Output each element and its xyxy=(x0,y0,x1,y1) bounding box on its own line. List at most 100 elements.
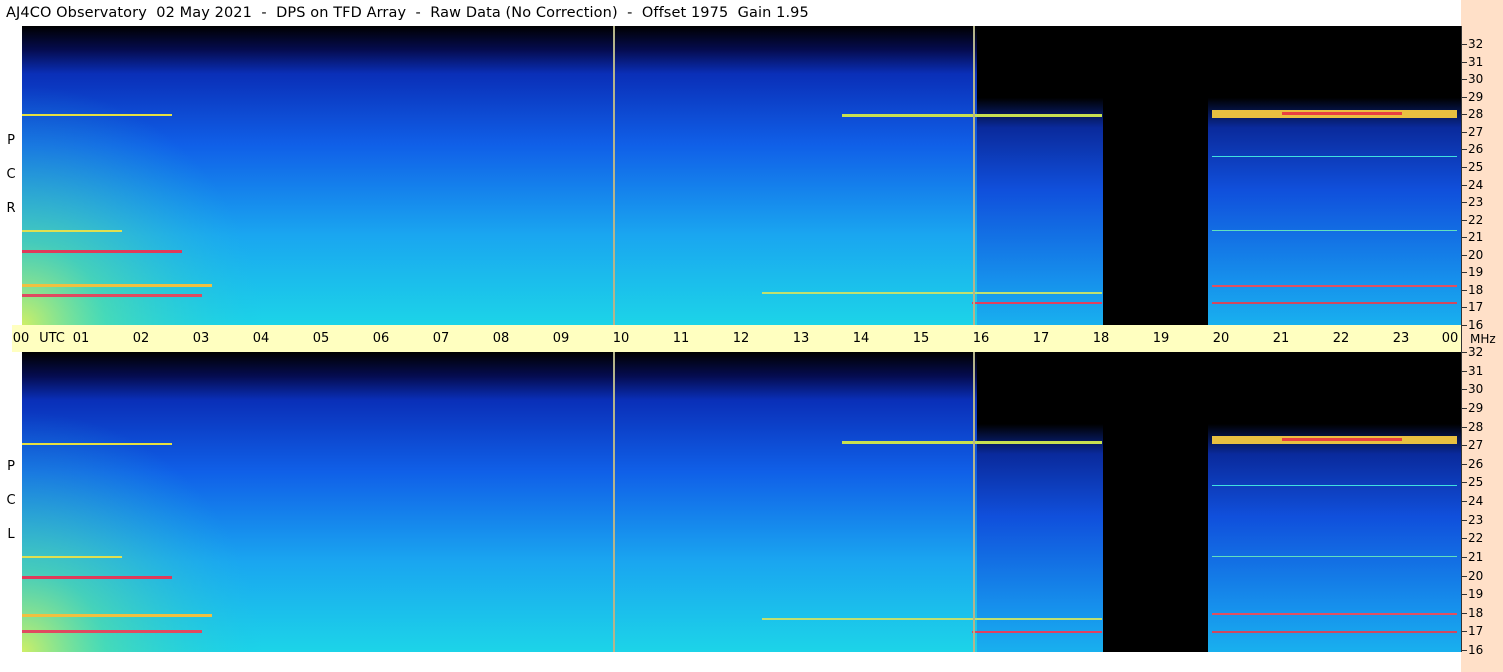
time-tick: 01 xyxy=(72,331,90,346)
freq-tick-mark xyxy=(1461,290,1467,291)
freq-tick-mark xyxy=(1461,650,1467,651)
freq-tick-mark xyxy=(1461,149,1467,150)
freq-tick-mark xyxy=(1461,557,1467,558)
time-tick: 09 xyxy=(552,331,570,346)
lcp-letter-c: C xyxy=(6,493,16,508)
freq-tick-label: 22 xyxy=(1468,531,1484,546)
freq-tick-label: 20 xyxy=(1468,568,1484,583)
time-tick: 02 xyxy=(132,331,150,346)
freq-tick-label: 19 xyxy=(1468,587,1484,602)
chart-title: AJ4CO Observatory 02 May 2021 - DPS on T… xyxy=(6,5,809,21)
freq-tick-mark xyxy=(1461,202,1467,203)
rcp-letter-c: C xyxy=(6,167,16,182)
time-tick: 05 xyxy=(312,331,330,346)
freq-tick-mark xyxy=(1461,445,1467,446)
freq-tick-label: 19 xyxy=(1468,265,1484,280)
time-tick: 07 xyxy=(432,331,450,346)
freq-tick-label: 29 xyxy=(1468,89,1484,104)
time-tick: 12 xyxy=(732,331,750,346)
freq-tick-mark xyxy=(1461,408,1467,409)
time-tick: 06 xyxy=(372,331,390,346)
lcp-letter-l: P xyxy=(7,459,15,474)
freq-tick-label: 24 xyxy=(1468,494,1484,508)
time-tick: 00 xyxy=(12,331,30,346)
time-tick: 10 xyxy=(612,331,630,346)
freq-tick-mark xyxy=(1461,631,1467,632)
freq-tick-label: 16 xyxy=(1468,318,1484,332)
freq-tick-mark xyxy=(1461,325,1467,326)
time-axis: 00 UTC 01 02 03 04 05 06 07 08 09 10 11 … xyxy=(12,325,1473,352)
freq-tick-mark xyxy=(1461,482,1467,483)
freq-tick-label: 17 xyxy=(1468,624,1484,639)
freq-tick-mark xyxy=(1461,427,1467,428)
freq-tick-label: 29 xyxy=(1468,400,1484,415)
freq-tick-mark xyxy=(1461,272,1467,273)
freq-tick-label: 27 xyxy=(1468,438,1484,453)
freq-tick-mark xyxy=(1461,594,1467,595)
freq-tick-mark xyxy=(1461,255,1467,256)
lcp-spectrogram-svg xyxy=(22,352,1461,652)
freq-tick-label: 18 xyxy=(1468,282,1484,297)
freq-tick-mark xyxy=(1461,44,1467,45)
freq-tick-label: 21 xyxy=(1468,230,1484,245)
freq-tick-label: 27 xyxy=(1468,124,1484,139)
lcp-letter-p: L xyxy=(7,527,15,542)
freq-tick-label: 18 xyxy=(1468,605,1484,620)
freq-tick-mark xyxy=(1461,220,1467,221)
time-tick: 16 xyxy=(972,331,990,346)
time-tick: 08 xyxy=(492,331,510,346)
freq-tick-mark xyxy=(1461,389,1467,390)
freq-tick-mark xyxy=(1461,62,1467,63)
freq-tick-label: 25 xyxy=(1468,475,1484,490)
freq-tick-label: 16 xyxy=(1468,643,1484,657)
time-tick: 18 xyxy=(1092,331,1110,346)
freq-tick-label: 30 xyxy=(1468,72,1484,87)
rcp-spectrogram-svg xyxy=(22,26,1461,325)
freq-tick-label: 17 xyxy=(1468,300,1484,315)
utc-label: UTC xyxy=(39,331,65,346)
freq-tick-label: 25 xyxy=(1468,159,1484,174)
lcp-spectrogram xyxy=(22,352,1461,652)
axis-line xyxy=(1461,26,1462,652)
freq-tick-label: 24 xyxy=(1468,177,1484,192)
freq-tick-label: 32 xyxy=(1468,37,1484,51)
freq-tick-label: 30 xyxy=(1468,382,1484,397)
freq-tick-mark xyxy=(1461,613,1467,614)
freq-tick-label: 21 xyxy=(1468,549,1484,564)
freq-tick-mark xyxy=(1461,132,1467,133)
frequency-axis: MHz 32 31 30 29 28 27 26 25 24 23 22 21 20 19 18 17 16 32… xyxy=(1461,0,1503,672)
freq-tick-mark xyxy=(1461,501,1467,502)
freq-tick-mark xyxy=(1461,307,1467,308)
freq-tick-label: 20 xyxy=(1468,247,1484,262)
freq-tick-mark xyxy=(1461,371,1467,372)
time-tick: 13 xyxy=(792,331,810,346)
rcp-spectrogram xyxy=(22,26,1461,325)
lcp-label: P C L xyxy=(0,450,22,552)
time-tick: 15 xyxy=(912,331,930,346)
time-tick: 22 xyxy=(1332,331,1350,346)
freq-tick-mark xyxy=(1461,538,1467,539)
freq-tick-mark xyxy=(1461,79,1467,80)
time-tick: 04 xyxy=(252,331,270,346)
freq-tick-mark xyxy=(1461,97,1467,98)
freq-tick-label: 23 xyxy=(1468,195,1484,210)
mhz-label: MHz xyxy=(1470,332,1496,346)
freq-tick-mark xyxy=(1461,464,1467,465)
time-tick: 14 xyxy=(852,331,870,346)
freq-tick-mark xyxy=(1461,114,1467,115)
freq-tick-label: 26 xyxy=(1468,142,1484,157)
time-tick: 17 xyxy=(1032,331,1050,346)
time-tick: 20 xyxy=(1212,331,1230,346)
freq-tick-label: 31 xyxy=(1468,54,1484,69)
rcp-letter-r: P xyxy=(7,133,15,148)
time-tick: 23 xyxy=(1392,331,1410,346)
freq-tick-label: 31 xyxy=(1468,363,1484,378)
freq-tick-mark xyxy=(1461,576,1467,577)
freq-tick-mark xyxy=(1461,237,1467,238)
freq-tick-label: 28 xyxy=(1468,107,1484,122)
time-tick: 11 xyxy=(672,331,690,346)
time-tick: 21 xyxy=(1272,331,1290,346)
time-tick: 00 xyxy=(1441,331,1459,346)
rcp-label: P C R xyxy=(0,124,22,226)
rcp-letter-p: R xyxy=(6,201,16,216)
